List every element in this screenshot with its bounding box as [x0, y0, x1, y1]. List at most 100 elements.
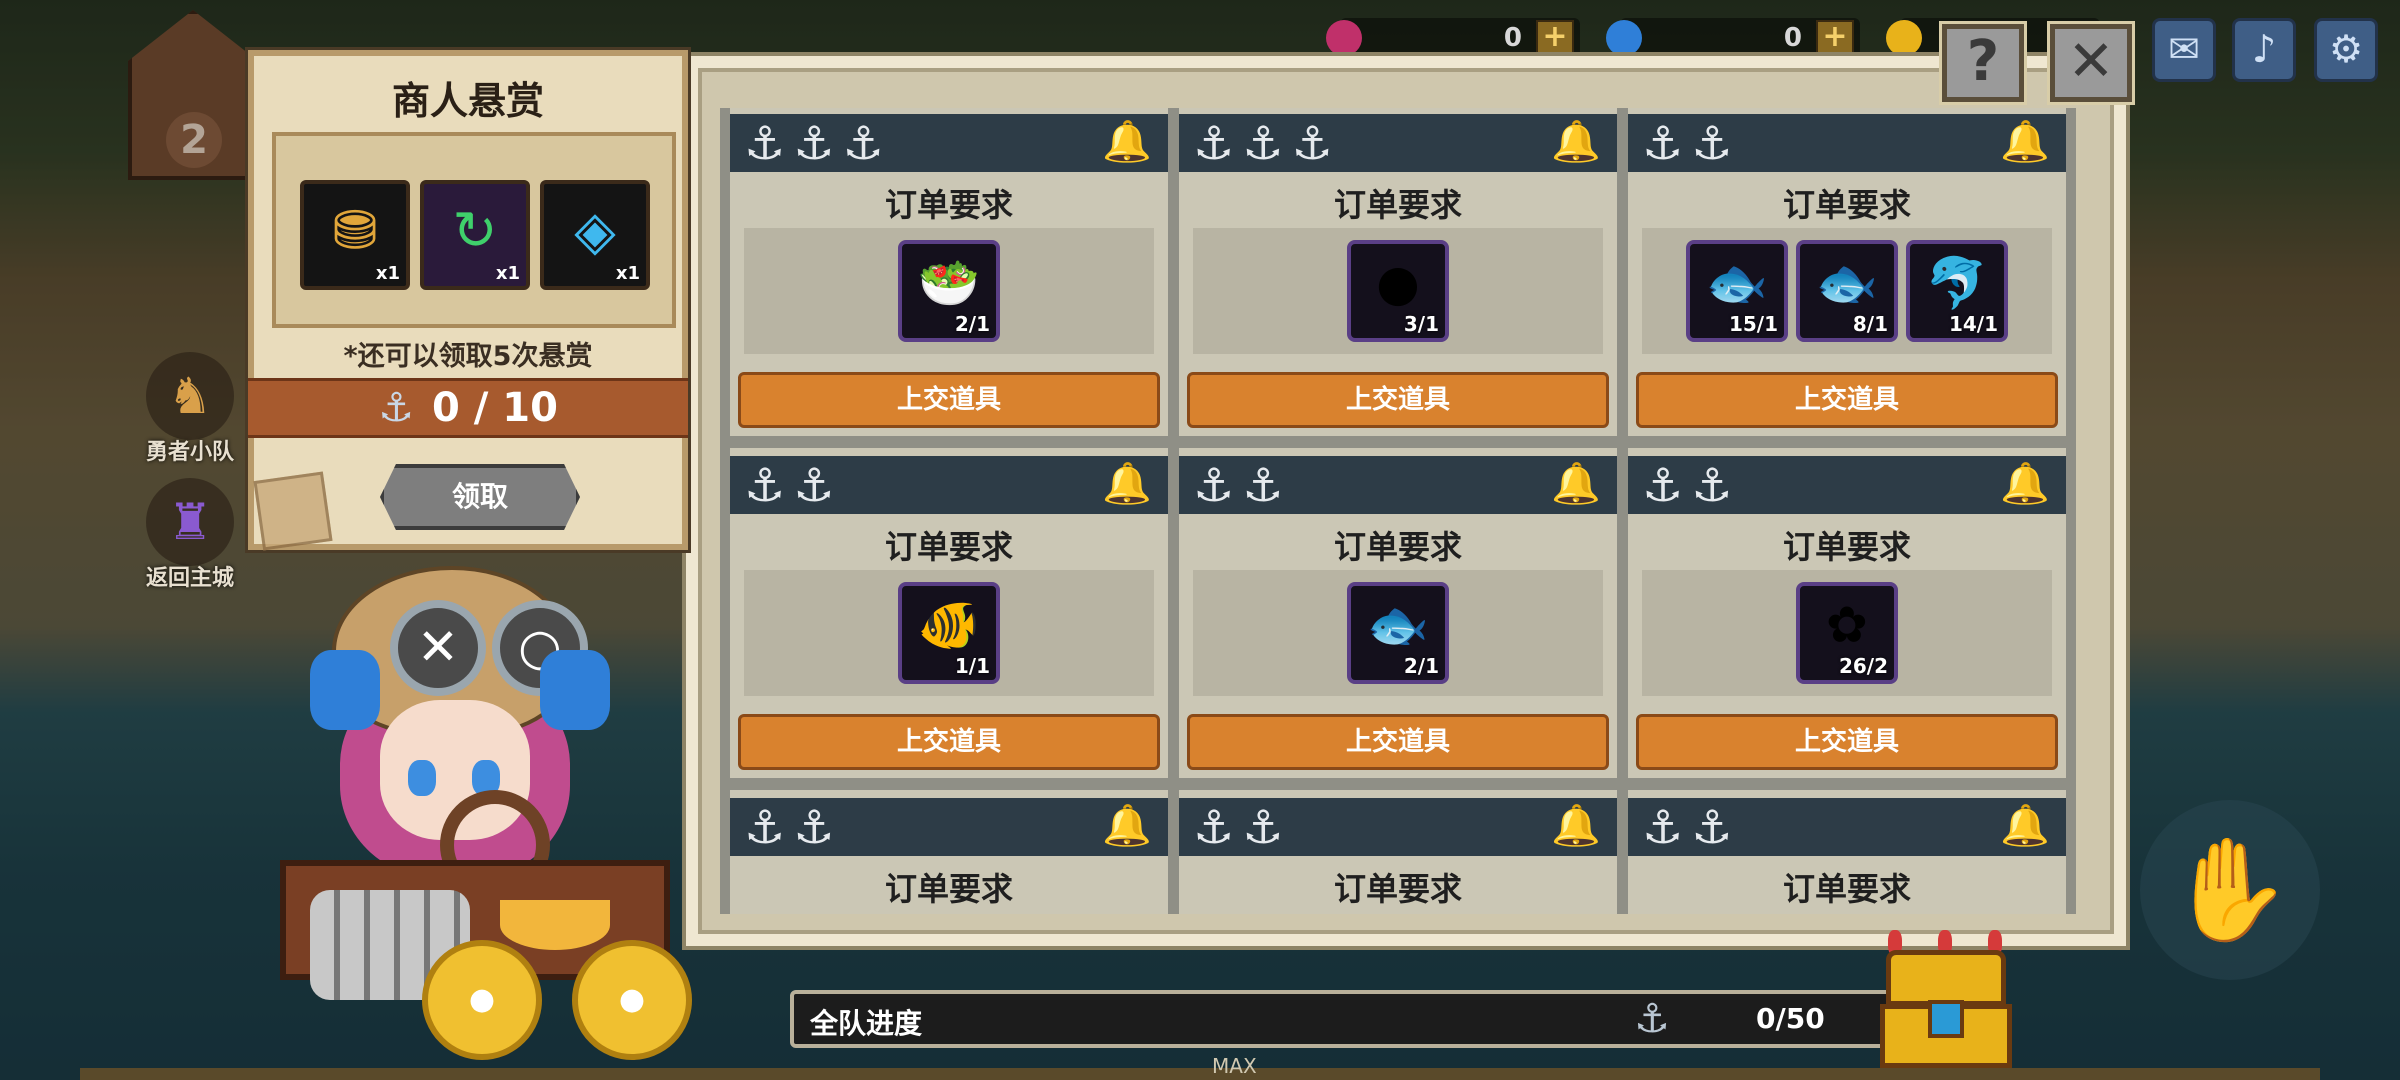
order-card: ⚓⚓ 🔔 订单要求 — [730, 790, 1168, 914]
order-card: ⚓⚓ 🔔 订单要求 🐟 15/1 🐟 8/1 🐬 14/1 上交道具 — [1628, 108, 2066, 436]
order-card: ⚓⚓⚓ 🔔 订单要求 ● 3/1 上交道具 — [1179, 108, 1617, 436]
bell-icon[interactable]: 🔔 — [1551, 118, 1601, 165]
anchor-icon: ⚓⚓ — [1642, 800, 1741, 854]
salad-icon[interactable]: 🥗 2/1 — [898, 240, 1000, 342]
order-header: ⚓⚓ 🔔 — [1179, 798, 1617, 856]
blue-crystal-icon[interactable]: ◈ x1 — [540, 180, 650, 290]
golden-coral-icon[interactable]: ✿ 26/2 — [1796, 582, 1898, 684]
mail-icon[interactable]: ✉ — [2152, 18, 2216, 82]
order-requirement-label: 订单要求 — [1333, 870, 1462, 908]
order-card: ⚓⚓ 🔔 订单要求 🐠 1/1 上交道具 — [730, 448, 1168, 778]
order-header: ⚓⚓ 🔔 — [1628, 456, 2066, 514]
order-header: ⚓⚓ 🔔 — [1628, 114, 2066, 172]
sidebar-item-team[interactable]: ♞ 勇者小队 — [142, 352, 238, 466]
goggle-left-icon: ✕ — [390, 600, 486, 696]
add-sapphire-button[interactable]: + — [1816, 20, 1854, 56]
red-bead-icon[interactable]: ● 3/1 — [1347, 240, 1449, 342]
wheel-left-icon: ● — [422, 940, 542, 1060]
character-on-cart: ✕ ○ ● ● — [240, 560, 692, 1080]
claim-button[interactable]: 领取 — [380, 464, 580, 530]
team-reward-chest-icon[interactable] — [1880, 930, 2012, 1070]
refresh-card-icon[interactable]: ↻ x1 — [420, 180, 530, 290]
bell-icon[interactable]: 🔔 — [1551, 460, 1601, 507]
reward-count: x1 — [375, 263, 400, 284]
bounty-progress-value: 0 / 10 — [431, 385, 558, 431]
bell-icon[interactable]: 🔔 — [2000, 460, 2050, 507]
anchor-icon: ⚓⚓ — [744, 458, 843, 512]
bell-icon[interactable]: 🔔 — [2000, 802, 2050, 849]
bell-icon[interactable]: 🔔 — [1551, 802, 1601, 849]
reward-count: x1 — [615, 263, 640, 284]
gold-coin-icon — [1886, 20, 1922, 56]
grey-fish-icon[interactable]: 🐟 15/1 — [1686, 240, 1788, 342]
treasure-chest-icon[interactable]: ⛃ x1 — [300, 180, 410, 290]
bounty-progress: ⚓ 0 / 10 — [248, 378, 688, 438]
resource-ruby: 0 + — [1326, 18, 1580, 58]
bell-icon[interactable]: 🔔 — [1102, 802, 1152, 849]
submit-items-button[interactable]: 上交道具 — [1187, 714, 1609, 770]
goldfish-icon[interactable]: 🐠 1/1 — [898, 582, 1000, 684]
submit-items-button[interactable]: 上交道具 — [738, 714, 1160, 770]
bell-icon[interactable]: 🔔 — [2000, 118, 2050, 165]
team-icon: ♞ — [146, 352, 234, 440]
sapphire-icon — [1606, 20, 1642, 56]
item-count: 2/1 — [1403, 654, 1439, 678]
blue-fish-icon[interactable]: 🐟 8/1 — [1796, 240, 1898, 342]
submit-items-button[interactable]: 上交道具 — [1636, 714, 2058, 770]
add-ruby-button[interactable]: + — [1536, 20, 1574, 56]
order-items: ✿ 26/2 — [1642, 570, 2052, 696]
anchor-icon: ⚓⚓ — [1642, 116, 1741, 170]
order-card: ⚓⚓ 🔔 订单要求 ✿ 26/2 上交道具 — [1628, 448, 2066, 778]
order-grid: ⚓⚓⚓ 🔔 订单要求 🥗 2/1 上交道具 ⚓⚓⚓ 🔔 订单要求 ● 3/1 上交道具 ⚓⚓ 🔔 订单要求 🐟… — [720, 108, 2076, 914]
sidebar-item-return-city[interactable]: ♜ 返回主城 — [142, 478, 238, 592]
merchant-bounty-panel: 商人悬赏 ⛃ x1 ↻ x1 ◈ x1 *还可以领取5次悬赏 ⚓ 0 / 10 领… — [248, 50, 688, 551]
speaker-icon[interactable]: ♪ — [2232, 18, 2296, 82]
order-requirement-label: 订单要求 — [1333, 528, 1462, 566]
item-count: 15/1 — [1728, 312, 1778, 336]
order-requirement-label: 订单要求 — [1782, 528, 1911, 566]
ruby-count: 0 — [1503, 23, 1522, 53]
item-count: 2/1 — [954, 312, 990, 336]
bounty-title: 商人悬赏 — [391, 79, 544, 123]
submit-items-button[interactable]: 上交道具 — [738, 372, 1160, 428]
order-requirement-label: 订单要求 — [1333, 186, 1462, 224]
submit-items-button[interactable]: 上交道具 — [1636, 372, 2058, 428]
small-fish-icon[interactable]: 🐟 2/1 — [1347, 582, 1449, 684]
cart-bowl — [500, 900, 610, 950]
dolphin-fish-icon[interactable]: 🐬 14/1 — [1906, 240, 2008, 342]
settings-icon[interactable]: ⚙ — [2314, 18, 2378, 82]
order-items: 🐟 15/1 🐟 8/1 🐬 14/1 — [1642, 228, 2052, 354]
anchor-icon: ⚓⚓ — [744, 800, 843, 854]
order-header: ⚓⚓⚓ 🔔 — [730, 114, 1168, 172]
ruby-icon — [1326, 20, 1362, 56]
order-card: ⚓⚓ 🔔 订单要求 — [1179, 790, 1617, 914]
item-count: 14/1 — [1948, 312, 1998, 336]
order-requirement-label: 订单要求 — [884, 186, 1013, 224]
order-header: ⚓⚓ 🔔 — [1628, 798, 2066, 856]
submit-items-button[interactable]: 上交道具 — [1187, 372, 1609, 428]
close-button[interactable]: ✕ — [2050, 24, 2132, 102]
reward-count: x1 — [495, 263, 520, 284]
team-progress-label: 全队进度 — [810, 1007, 923, 1040]
castle-icon: ♜ — [146, 478, 234, 566]
bell-icon[interactable]: 🔔 — [1102, 460, 1152, 507]
order-requirement-label: 订单要求 — [1782, 186, 1911, 224]
grab-hand-button[interactable]: ✋ — [2140, 800, 2320, 980]
order-header: ⚓⚓⚓ 🔔 — [1179, 114, 1617, 172]
sidebar-item-label: 勇者小队 — [145, 440, 234, 465]
bow-left — [310, 650, 380, 730]
team-progress-bar: 全队进度 ⚓ 0/50 — [790, 990, 1900, 1048]
anchor-icon: ⚓⚓ — [1193, 800, 1292, 854]
anchor-icon: ⚓⚓ — [1642, 458, 1741, 512]
order-requirement-label: 订单要求 — [884, 528, 1013, 566]
bell-icon[interactable]: 🔔 — [1102, 118, 1152, 165]
item-count: 3/1 — [1403, 312, 1439, 336]
anchor-icon: ⚓ — [1634, 996, 1670, 1042]
house-level-number: 2 — [166, 112, 222, 168]
anchor-icon: ⚓ — [378, 385, 414, 431]
anchor-icon: ⚓⚓ — [1193, 458, 1292, 512]
anchor-icon: ⚓⚓⚓ — [744, 116, 892, 170]
sapphire-count: 0 — [1783, 23, 1802, 53]
help-button[interactable]: ? — [1942, 24, 2024, 102]
order-items: ● 3/1 — [1193, 228, 1603, 354]
